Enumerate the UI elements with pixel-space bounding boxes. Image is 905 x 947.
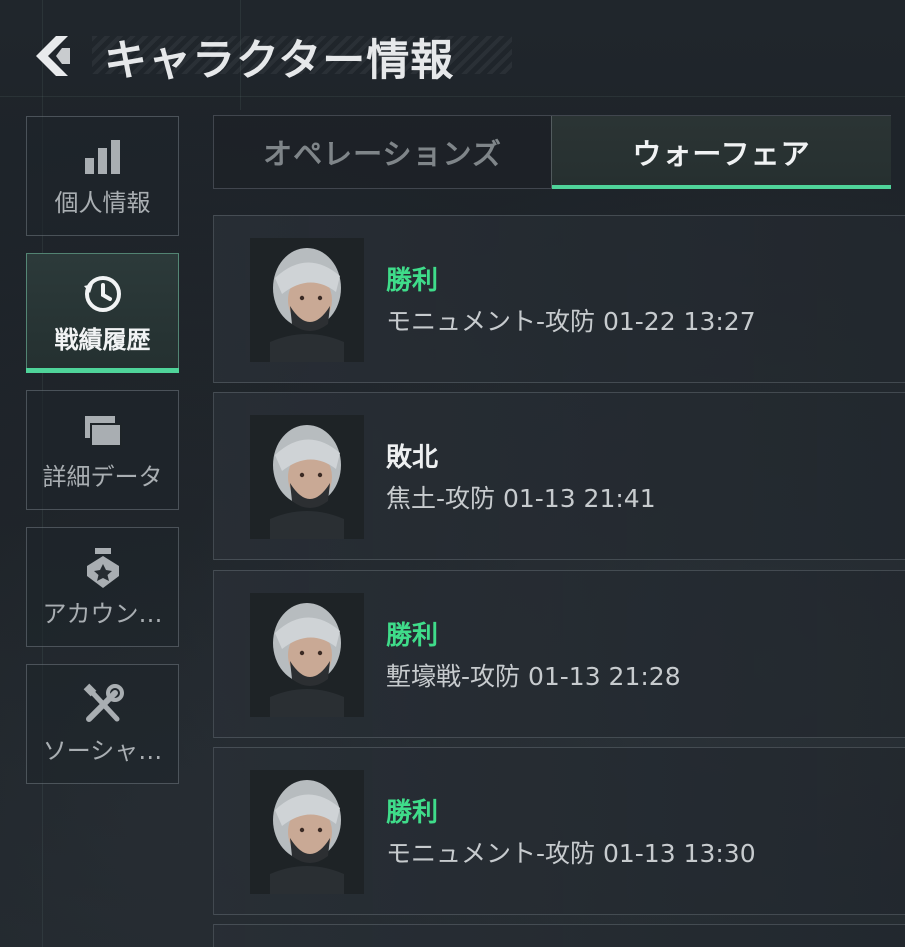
avatar — [250, 415, 364, 539]
match-result: 勝利 — [386, 266, 439, 296]
sidebar-item-detailed-data[interactable]: 詳細データ — [26, 390, 179, 510]
tab-operations[interactable]: オペレーションズ — [214, 116, 551, 188]
match-detail: 焦土-攻防 01-13 21:41 — [386, 484, 656, 513]
sidebar-item-account[interactable]: アカウン… — [26, 527, 179, 647]
match-result: 勝利 — [386, 798, 439, 828]
page-title: キャラクター情報 — [104, 36, 455, 86]
sidebar-item-label: アカウン… — [42, 599, 163, 628]
back-arrow-icon — [36, 36, 70, 76]
match-record[interactable]: 勝利 塹壕戦-攻防 01-13 21:28 — [213, 570, 905, 738]
avatar — [250, 593, 364, 717]
sidebar-item-label: 個人情報 — [54, 188, 151, 217]
history-clock-icon — [81, 272, 125, 316]
tab-bar: オペレーションズ ウォーフェア — [213, 115, 891, 189]
match-record[interactable]: 勝利 モニュメント-攻防 01-13 13:30 — [213, 747, 905, 915]
match-record[interactable]: 敗北 焦土-攻防 01-13 21:41 — [213, 392, 905, 560]
match-result: 敗北 — [386, 443, 439, 473]
sidebar-item-personal-info[interactable]: 個人情報 — [26, 116, 179, 236]
sidebar-item-label: 戦績履歴 — [54, 325, 151, 354]
tab-warfare[interactable]: ウォーフェア — [551, 116, 891, 189]
match-detail: 塹壕戦-攻防 01-13 21:28 — [386, 662, 681, 691]
sidebar-item-label: 詳細データ — [42, 462, 163, 491]
match-record-partial[interactable] — [213, 924, 905, 947]
match-detail: モニュメント-攻防 01-13 13:30 — [386, 839, 756, 868]
match-detail: モニュメント-攻防 01-22 13:27 — [386, 307, 756, 336]
bar-chart-icon — [83, 135, 123, 179]
avatar — [250, 238, 364, 362]
back-button[interactable] — [26, 30, 78, 82]
match-record[interactable]: 勝利 モニュメント-攻防 01-22 13:27 — [213, 215, 905, 383]
match-result: 勝利 — [386, 621, 439, 651]
avatar — [250, 770, 364, 894]
sidebar-item-social[interactable]: ソーシャ… — [26, 664, 179, 784]
medal-icon — [83, 546, 123, 590]
header: キャラクター情報 — [0, 0, 905, 110]
folders-icon — [81, 409, 125, 453]
tools-icon — [81, 683, 125, 727]
sidebar-item-battle-history[interactable]: 戦績履歴 — [26, 253, 179, 373]
sidebar-item-label: ソーシャ… — [42, 736, 163, 765]
